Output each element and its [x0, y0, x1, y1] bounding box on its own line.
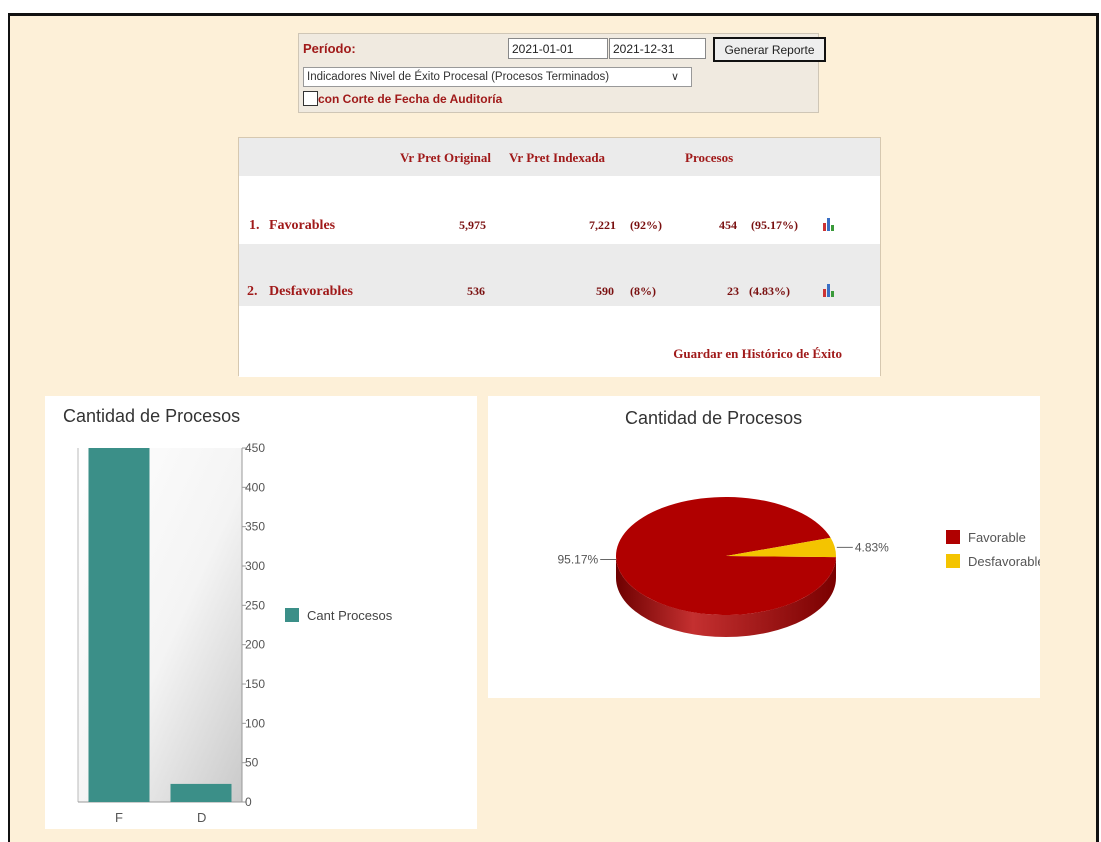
generate-report-button[interactable]: Generar Reporte — [713, 37, 826, 62]
row-indexada: 7,221 — [589, 218, 616, 232]
legend-swatch-cant-procesos — [285, 608, 299, 622]
header-vr-pret-indexada: Vr Pret Indexada — [509, 150, 606, 165]
bar-chart: 0 50 100 150 200 250 300 350 400 450 F D Cant Proc… — [77, 441, 393, 825]
y-tick-label: 150 — [245, 677, 265, 691]
row-indexada-pct: (92%) — [630, 218, 662, 232]
y-tick-label: 400 — [245, 480, 265, 494]
table-footer-row: Guardar en Histórico de Éxito — [239, 306, 880, 377]
row-procesos-pct: (95.17%) — [751, 218, 798, 232]
date-to-input[interactable]: 2021-12-31 — [609, 38, 706, 59]
header-vr-pret-original: Vr Pret Original — [400, 150, 491, 165]
y-tick-label: 350 — [245, 520, 265, 534]
audit-cutoff-row: con Corte de Fecha de Auditoría — [303, 90, 503, 107]
y-tick-label: 250 — [245, 598, 265, 612]
bar-chart-icon[interactable] — [823, 284, 836, 297]
row-name-desfavorables: Desfavorables — [269, 284, 353, 299]
pie-chart-panel: Cantidad de Procesos 4.83% 95.17% Favorab… — [488, 396, 1040, 698]
x-tick-label: F — [115, 810, 123, 825]
summary-table: Vr Pret Original Vr Pret Indexada Proces… — [238, 137, 881, 377]
periodo-label: Período: — [303, 41, 356, 56]
bar-chart-panel: Cantidad de Procesos 0 50 100 150 200 250 300 3… — [45, 396, 477, 829]
row-procesos: 454 — [719, 218, 737, 232]
x-tick-label: D — [197, 810, 206, 825]
audit-cutoff-label: con Corte de Fecha de Auditoría — [318, 91, 503, 106]
indicator-select-value: Indicadores Nivel de Éxito Procesal (Pro… — [307, 71, 610, 83]
y-tick-label: 0 — [245, 795, 252, 809]
y-tick-label: 200 — [245, 638, 265, 652]
row-procesos: 23 — [727, 284, 739, 298]
y-tick-label: 100 — [245, 716, 265, 730]
y-tick-label: 450 — [245, 441, 265, 455]
table-row: 2. Desfavorables 536 590 (8%) 23 (4.83%) — [239, 244, 880, 306]
pie-chart: 4.83% 95.17% Favorable Desfavorable — [557, 496, 1040, 637]
legend-swatch-favorable — [946, 530, 960, 544]
bar-chart-icon[interactable] — [823, 218, 836, 231]
legend-label-cant-procesos: Cant Procesos — [307, 608, 393, 623]
pie-value-label-desfavorable: 4.83% — [855, 540, 889, 554]
indicator-select[interactable]: Indicadores Nivel de Éxito Procesal (Pro… — [303, 67, 692, 87]
row-procesos-pct: (4.83%) — [749, 284, 790, 298]
bar-d[interactable] — [170, 783, 232, 802]
pie-value-label-favorable: 95.17% — [557, 553, 598, 567]
cropped-caption — [0, 0, 1101, 14]
row-indexada: 590 — [596, 284, 614, 298]
chevron-down-icon: ∨ — [670, 71, 679, 83]
legend-label-desfavorable: Desfavorable — [968, 554, 1040, 569]
table-row: 1. Favorables 5,975 7,221 (92%) 454 (95.… — [239, 176, 880, 244]
table-header-row: Vr Pret Original Vr Pret Indexada Proces… — [239, 138, 880, 176]
legend-swatch-desfavorable — [946, 554, 960, 568]
header-procesos: Procesos — [685, 150, 734, 165]
legend-label-favorable: Favorable — [968, 530, 1026, 545]
y-tick-label: 50 — [245, 756, 259, 770]
save-history-link[interactable]: Guardar en Histórico de Éxito — [673, 346, 842, 362]
row-index: 1. — [249, 218, 260, 233]
y-tick-label: 300 — [245, 559, 265, 573]
date-from-input[interactable]: 2021-01-01 — [508, 38, 608, 59]
row-name-favorables: Favorables — [269, 218, 336, 233]
audit-cutoff-checkbox[interactable] — [303, 91, 318, 107]
bar-f[interactable] — [88, 448, 150, 802]
filter-panel: Período: 2021-01-01 2021-12-31 Generar R… — [298, 33, 826, 113]
row-index: 2. — [247, 284, 258, 299]
row-original: 5,975 — [459, 218, 486, 232]
row-original: 536 — [467, 284, 485, 298]
row-indexada-pct: (8%) — [630, 284, 656, 298]
